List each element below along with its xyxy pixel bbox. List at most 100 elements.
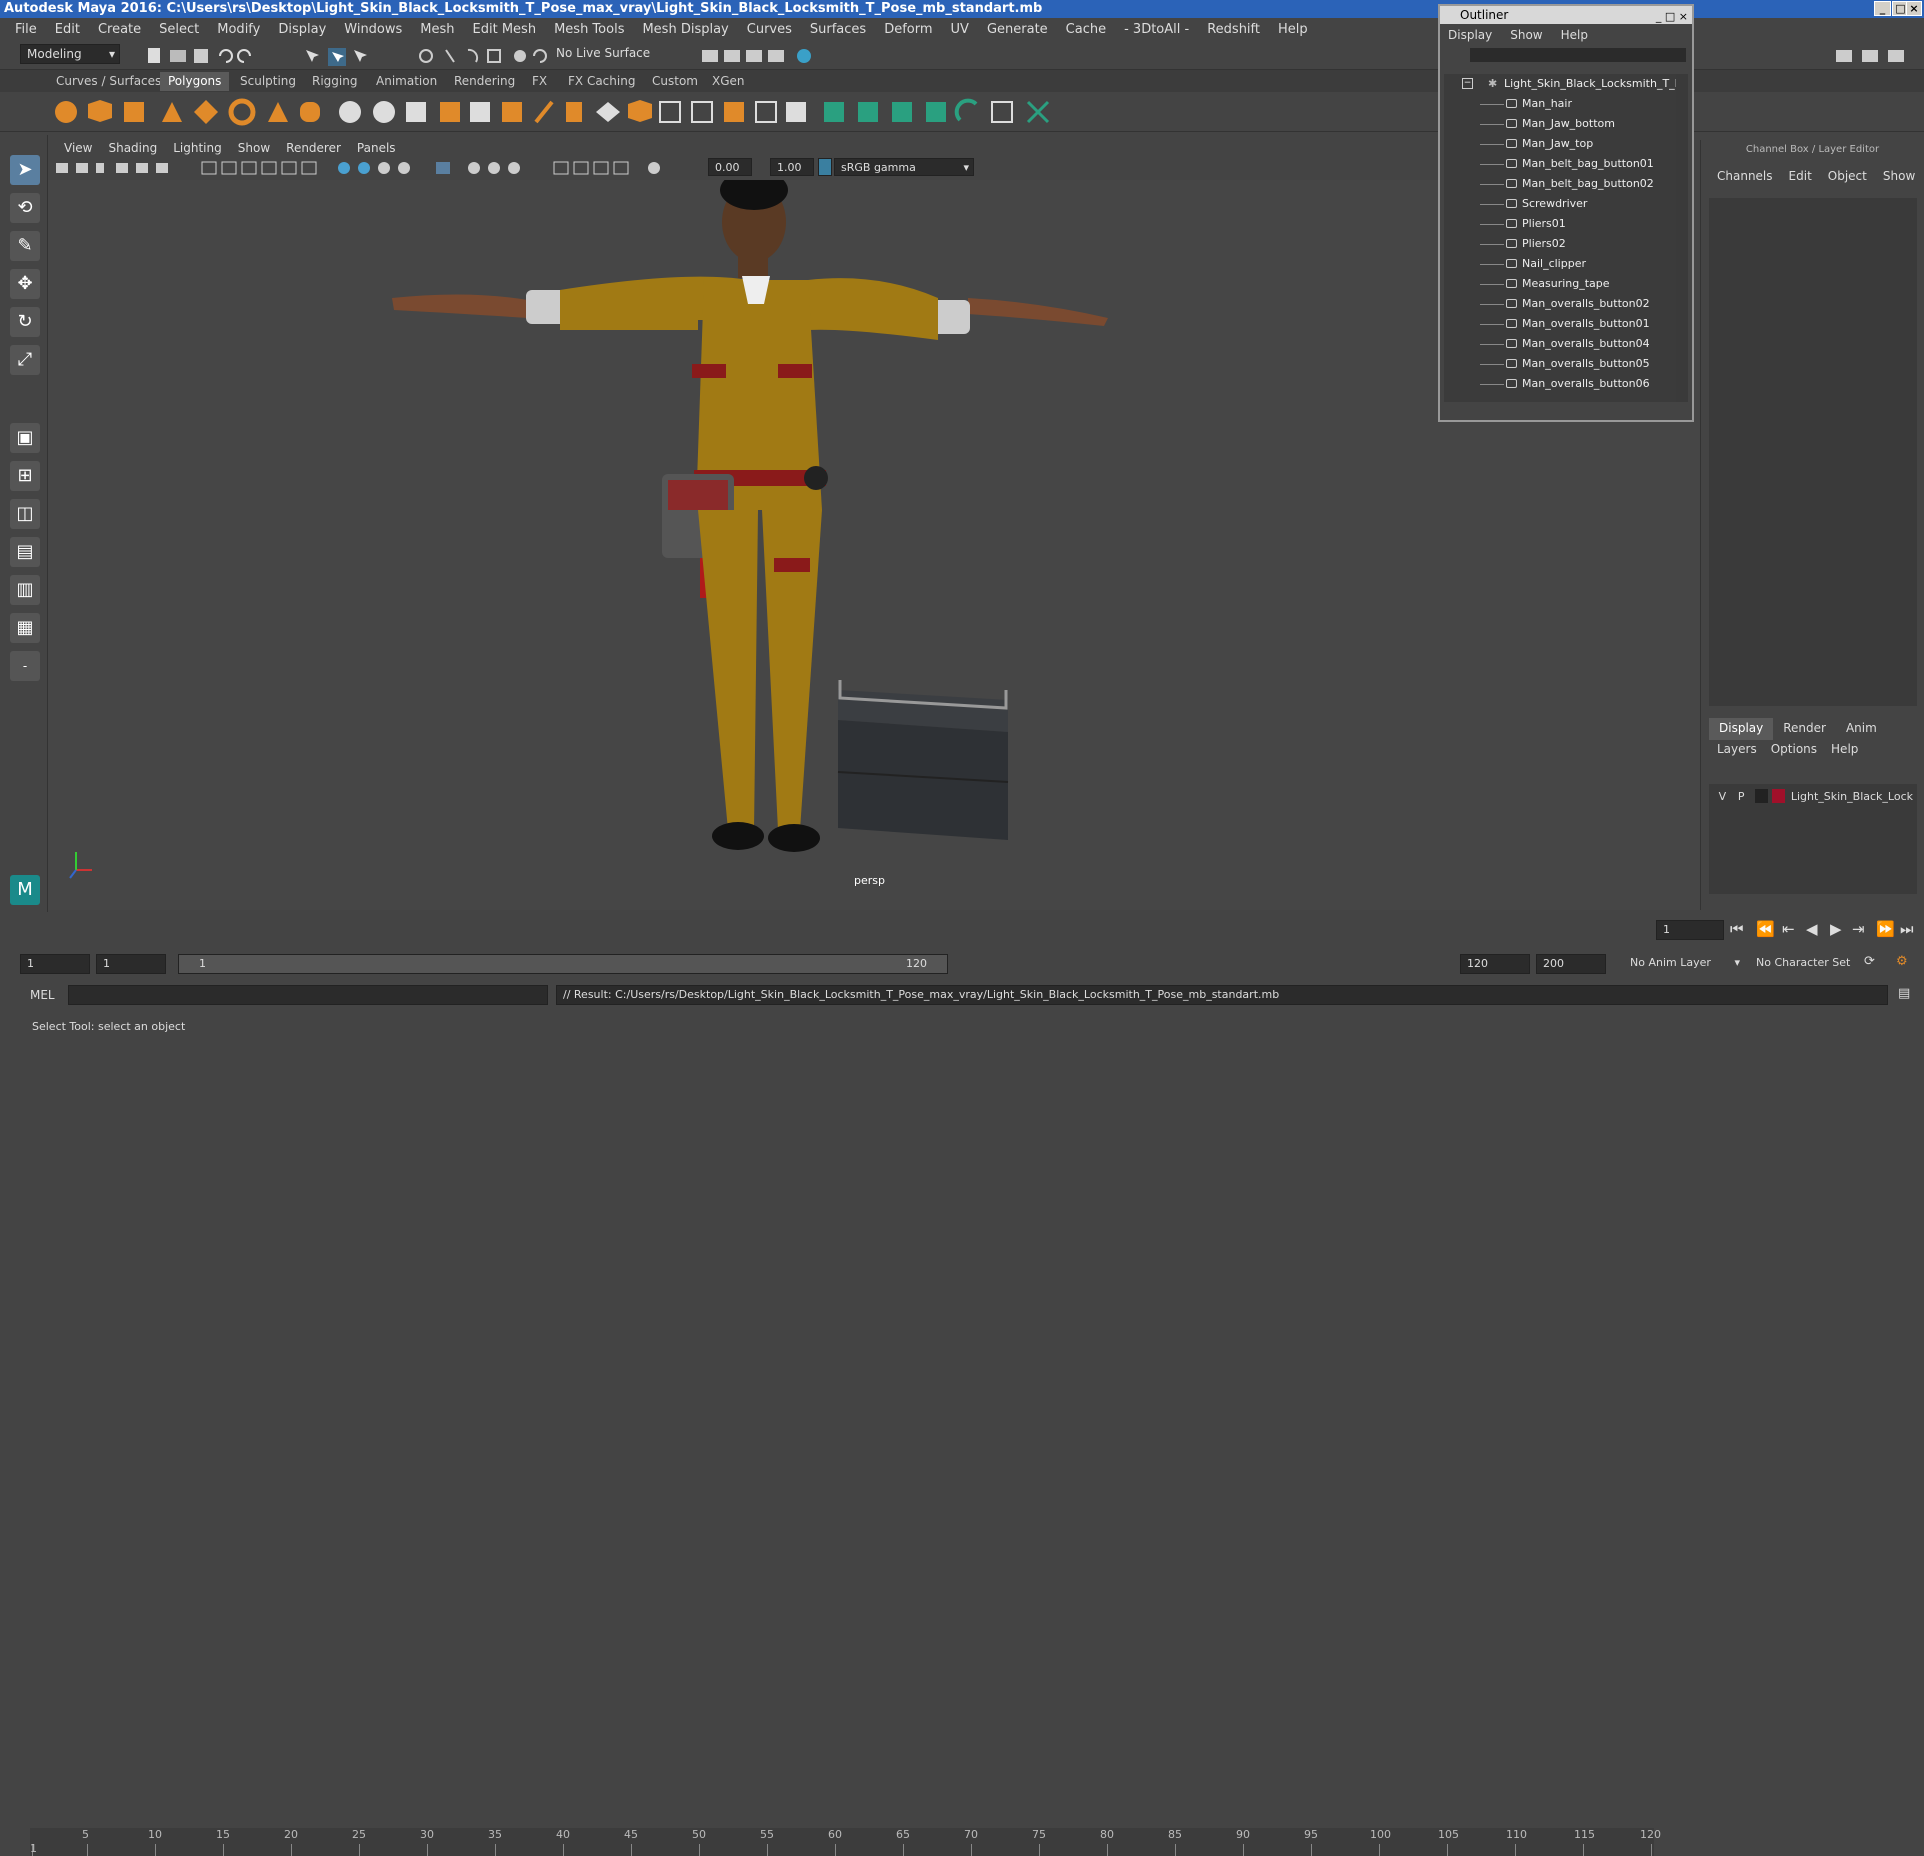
outliner-layout-icon[interactable]: ▤	[10, 537, 40, 567]
outliner-item[interactable]: Pliers02	[1444, 234, 1676, 254]
outliner-item[interactable]: Man_Jaw_top	[1444, 134, 1676, 154]
select-tool-icon[interactable]: ➤	[10, 155, 40, 185]
menu-redshift[interactable]: Redshift	[1198, 22, 1269, 37]
outliner-item[interactable]: Nail_clipper	[1444, 254, 1676, 274]
mode-dropdown[interactable]: Modeling ▾	[20, 44, 120, 64]
menu-mesh-tools[interactable]: Mesh Tools	[545, 22, 633, 37]
outliner-menu-show[interactable]: Show	[1510, 28, 1542, 42]
viewport-menu-shading[interactable]: Shading	[100, 141, 165, 155]
menu-uv[interactable]: UV	[942, 22, 978, 37]
playback-start-field[interactable]: 1	[96, 954, 166, 974]
outliner-menu-display[interactable]: Display	[1448, 28, 1492, 42]
channel-menu-show[interactable]: Show	[1883, 169, 1915, 183]
tab-fx[interactable]: FX	[524, 72, 555, 91]
layer-menu-help[interactable]: Help	[1831, 742, 1858, 756]
layer-color-swatch[interactable]	[1771, 789, 1785, 803]
layer-row[interactable]: V P Light_Skin_Black_Lock	[1713, 786, 1913, 806]
color-space-dropdown[interactable]: sRGB gamma ▾	[834, 158, 974, 176]
minimize-button[interactable]: _	[1874, 1, 1891, 16]
menu-cache[interactable]: Cache	[1057, 22, 1115, 37]
outliner-item[interactable]: Measuring_tape	[1444, 274, 1676, 294]
menu-generate[interactable]: Generate	[978, 22, 1057, 37]
live-surface-label[interactable]: No Live Surface	[556, 46, 650, 60]
tab-curves-surfaces[interactable]: Curves / Surfaces	[48, 72, 169, 91]
menu-windows[interactable]: Windows	[335, 22, 411, 37]
tab-polygons[interactable]: Polygons	[160, 72, 230, 91]
step-back-key-icon[interactable]: ⇤	[1782, 920, 1795, 938]
menu-mesh-display[interactable]: Mesh Display	[633, 22, 737, 37]
channel-box-area[interactable]	[1709, 198, 1917, 706]
menu-deform[interactable]: Deform	[875, 22, 941, 37]
character-set-dropdown[interactable]: No Character Set	[1750, 954, 1874, 974]
panel-layout-icons[interactable]	[1830, 44, 1920, 68]
outliner-item[interactable]: Man_Jaw_bottom	[1444, 114, 1676, 134]
viewport-menu-show[interactable]: Show	[230, 141, 278, 155]
outliner-item[interactable]: Man_overalls_button06	[1444, 374, 1676, 394]
outliner-item[interactable]: Man_overalls_button01	[1444, 314, 1676, 334]
outliner-item[interactable]: Man_overalls_button04	[1444, 334, 1676, 354]
outliner-item[interactable]: Man_overalls_button02	[1444, 294, 1676, 314]
auto-key-icon[interactable]: ⟳	[1864, 954, 1875, 969]
viewport-menu-lighting[interactable]: Lighting	[165, 141, 230, 155]
layer-menu-layers[interactable]: Layers	[1717, 742, 1757, 756]
layer-menu-options[interactable]: Options	[1771, 742, 1817, 756]
tab-sculpting[interactable]: Sculpting	[232, 72, 304, 91]
go-to-start-icon[interactable]: ⏮	[1730, 920, 1744, 938]
tab-anim[interactable]: Anim	[1836, 718, 1887, 740]
scale-tool-icon[interactable]: ⤢	[10, 345, 40, 375]
collapse-icon[interactable]: −	[1462, 78, 1473, 89]
menu-modify[interactable]: Modify	[208, 22, 269, 37]
color-management-icon[interactable]	[818, 158, 832, 176]
channel-menu-object[interactable]: Object	[1828, 169, 1867, 183]
outliner-item[interactable]: Man_hair	[1444, 94, 1676, 114]
status-icons[interactable]	[140, 46, 410, 66]
layer-type-toggle[interactable]	[1754, 789, 1768, 803]
viewport-menu-renderer[interactable]: Renderer	[278, 141, 349, 155]
tab-fx-caching[interactable]: FX Caching	[560, 72, 643, 91]
layer-playback-toggle[interactable]: P	[1732, 790, 1751, 803]
viewport-tool-icons[interactable]	[54, 160, 694, 176]
lasso-tool-icon[interactable]: ⟲	[10, 193, 40, 223]
menu-3dtoall[interactable]: - 3DtoAll -	[1115, 22, 1198, 37]
outliner-item[interactable]: Man_belt_bag_button02	[1444, 174, 1676, 194]
move-tool-icon[interactable]: ✥	[10, 269, 40, 299]
shelf-tool-icons[interactable]	[50, 96, 1130, 128]
outliner-item[interactable]: Pliers01	[1444, 214, 1676, 234]
four-view-icon[interactable]: ⊞	[10, 461, 40, 491]
step-forward-key-icon[interactable]: ⇥	[1852, 920, 1865, 938]
anim-layer-dropdown[interactable]: No Anim Layer ▾	[1624, 954, 1744, 974]
step-back-icon[interactable]: ⏪	[1756, 920, 1775, 938]
menu-select[interactable]: Select	[150, 22, 208, 37]
play-backwards-icon[interactable]: ◀	[1806, 920, 1818, 938]
tab-rigging[interactable]: Rigging	[304, 72, 365, 91]
gamma-field[interactable]: 1.00	[770, 158, 814, 176]
outliner-item[interactable]: Man_overalls_button05	[1444, 354, 1676, 374]
outliner-item[interactable]: Man_belt_bag_button01	[1444, 154, 1676, 174]
script-editor-icon[interactable]: ▤	[1898, 986, 1910, 1001]
channel-menu-channels[interactable]: Channels	[1717, 169, 1773, 183]
current-frame-field[interactable]: 1	[1656, 920, 1724, 940]
step-forward-icon[interactable]: ⏩	[1876, 920, 1895, 938]
layer-visibility-toggle[interactable]: V	[1713, 790, 1732, 803]
menu-mesh[interactable]: Mesh	[411, 22, 463, 37]
menu-display[interactable]: Display	[269, 22, 335, 37]
menu-create[interactable]: Create	[89, 22, 150, 37]
outliner-item[interactable]: Screwdriver	[1444, 194, 1676, 214]
viewport-menu-panels[interactable]: Panels	[349, 141, 404, 155]
menu-help[interactable]: Help	[1269, 22, 1317, 37]
tab-render[interactable]: Render	[1773, 718, 1836, 740]
start-frame-field[interactable]: 1	[20, 954, 90, 974]
preferences-icon[interactable]: ⚙	[1896, 954, 1908, 969]
snap-icons[interactable]	[416, 46, 556, 66]
end-frame-field[interactable]: 200	[1536, 954, 1606, 974]
script-language-label[interactable]: MEL	[30, 988, 55, 1002]
menu-file[interactable]: File	[6, 22, 46, 37]
two-view-icon[interactable]: ◫	[10, 499, 40, 529]
outliner-root-item[interactable]: − ✱ Light_Skin_Black_Locksmith_T_Po	[1444, 74, 1676, 94]
outliner-window-controls[interactable]: _ □ ×	[1656, 8, 1688, 26]
go-to-end-icon[interactable]: ⏭	[1900, 920, 1914, 938]
range-bar[interactable]: 1 120	[178, 954, 948, 974]
more-layouts-icon[interactable]: -	[10, 651, 40, 681]
channel-menu-edit[interactable]: Edit	[1789, 169, 1812, 183]
paint-select-icon[interactable]: ✎	[10, 231, 40, 261]
